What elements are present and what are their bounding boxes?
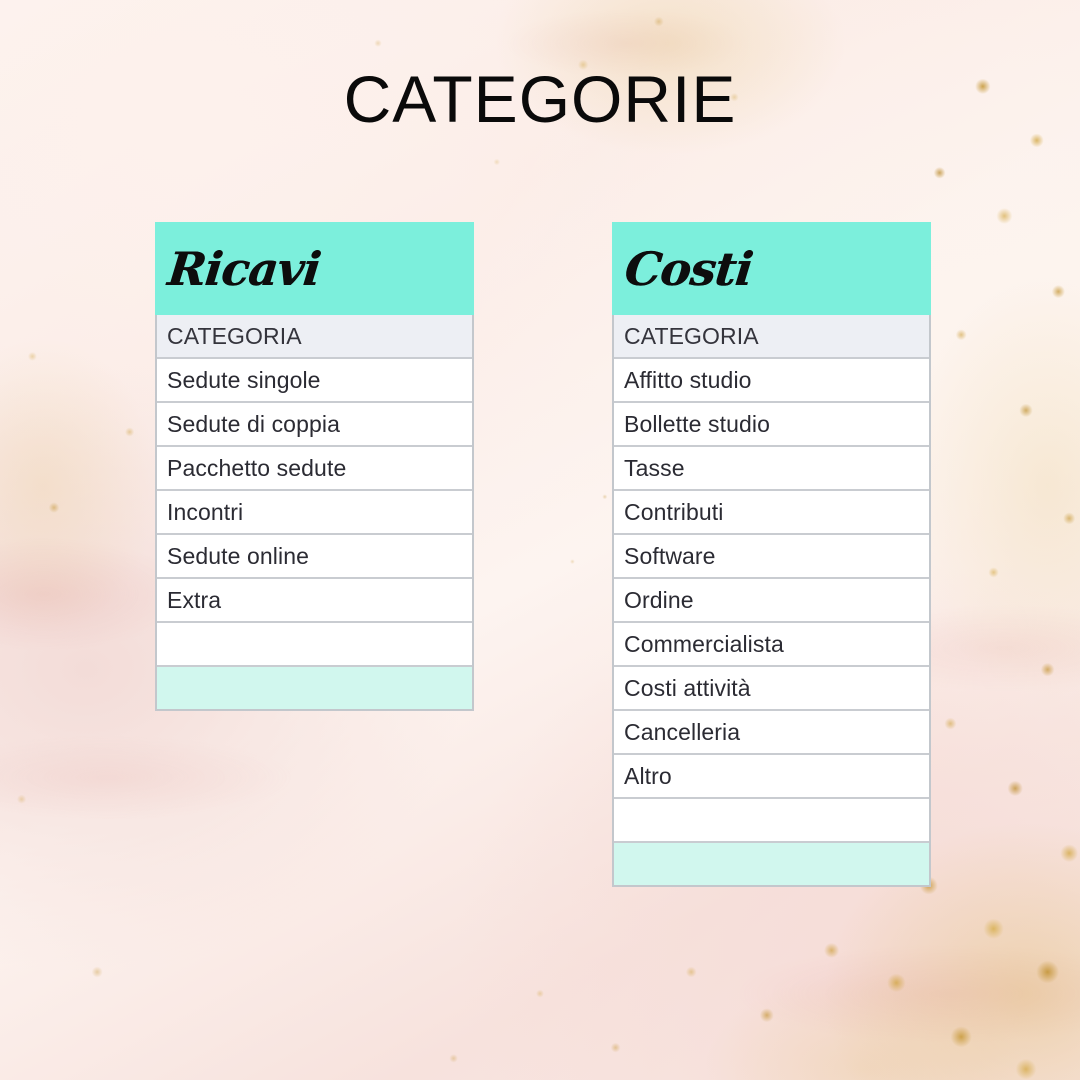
table-row[interactable]: Sedute online — [157, 535, 472, 579]
table-row-empty[interactable] — [614, 799, 929, 843]
table-row[interactable]: Extra — [157, 579, 472, 623]
table-column-header: CATEGORIA — [157, 315, 472, 359]
table-row[interactable]: Incontri — [157, 491, 472, 535]
category-table-costi: Costi CATEGORIA Affitto studio Bollette … — [612, 222, 931, 887]
page-title: CATEGORIE — [343, 62, 737, 136]
table-banner-title: Ricavi — [165, 241, 323, 296]
table-row-empty[interactable] — [157, 623, 472, 667]
table-row[interactable]: Software — [614, 535, 929, 579]
table-row[interactable]: Tasse — [614, 447, 929, 491]
table-row[interactable]: Altro — [614, 755, 929, 799]
table-column-header: CATEGORIA — [614, 315, 929, 359]
table-row[interactable]: Contributi — [614, 491, 929, 535]
table-body-costi: CATEGORIA Affitto studio Bollette studio… — [612, 315, 931, 887]
table-row[interactable]: Sedute di coppia — [157, 403, 472, 447]
table-row[interactable]: Bollette studio — [614, 403, 929, 447]
table-body-ricavi: CATEGORIA Sedute singole Sedute di coppi… — [155, 315, 474, 711]
table-row[interactable]: Costi attività — [614, 667, 929, 711]
table-row[interactable]: Affitto studio — [614, 359, 929, 403]
table-row[interactable]: Ordine — [614, 579, 929, 623]
table-row[interactable]: Pacchetto sedute — [157, 447, 472, 491]
table-row-footer[interactable] — [614, 843, 929, 885]
table-row-footer[interactable] — [157, 667, 472, 709]
table-row[interactable]: Sedute singole — [157, 359, 472, 403]
table-row[interactable]: Commercialista — [614, 623, 929, 667]
category-table-ricavi: Ricavi CATEGORIA Sedute singole Sedute d… — [155, 222, 474, 711]
table-banner-ricavi: Ricavi — [155, 222, 474, 315]
table-banner-title: Costi — [622, 241, 755, 296]
table-row[interactable]: Cancelleria — [614, 711, 929, 755]
table-banner-costi: Costi — [612, 222, 931, 315]
